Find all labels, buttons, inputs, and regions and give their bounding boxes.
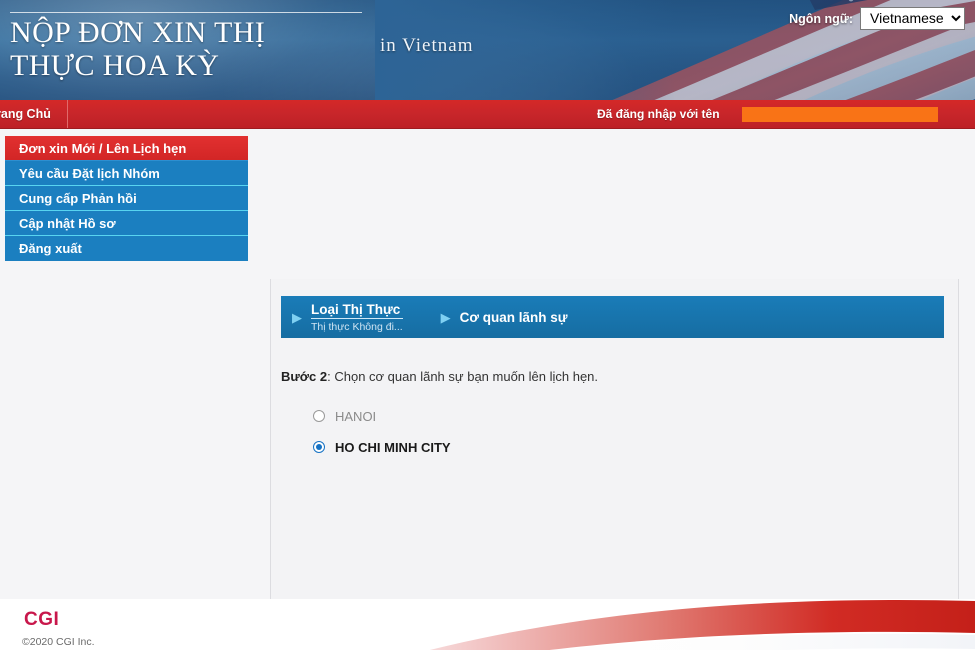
logged-in-status: Đã đăng nhập với tên	[597, 107, 720, 121]
sidebar-nav: Đơn xin Mới / Lên Lịch hẹn Yêu cầu Đặt l…	[5, 136, 248, 261]
step-instruction-text: : Chọn cơ quan lãnh sự bạn muốn lên lịch…	[327, 369, 599, 384]
step-breadcrumb-bar: ▶ Loại Thị Thực Thị thực Không đi... ▶ C…	[281, 296, 944, 338]
sidebar-item-feedback[interactable]: Cung cấp Phản hồi	[5, 186, 248, 211]
main-content-panel: ▶ Loại Thị Thực Thị thực Không đi... ▶ C…	[270, 279, 959, 650]
chevron-right-icon-1: ▶	[292, 309, 302, 325]
site-header: NỘP ĐƠN XIN THỊ THỰC HOA KỲ in Vietnam N…	[0, 0, 975, 100]
step-instruction-number: Bước 2	[281, 369, 328, 384]
radio-icon-ho-chi-minh-city[interactable]	[313, 441, 325, 453]
site-footer: CGI ©2020 CGI Inc. www.ustraveldocs.com	[0, 599, 975, 650]
application-page: NỘP ĐƠN XIN THỊ THỰC HOA KỲ in Vietnam N…	[0, 0, 975, 650]
breadcrumb-step-visa-type-label[interactable]: Loại Thị Thực	[311, 302, 403, 319]
radio-option-hanoi[interactable]: HANOI	[313, 405, 451, 427]
title-rule	[10, 12, 362, 13]
cgi-logo: CGI	[24, 609, 60, 630]
top-navbar: rang Chủ Đã đăng nhập với tên	[0, 100, 975, 129]
nav-item-home[interactable]: rang Chủ	[0, 100, 68, 128]
site-subtitle: in Vietnam	[380, 35, 474, 56]
step-instruction: Bước 2: Chọn cơ quan lãnh sự bạn muốn lê…	[281, 369, 598, 384]
breadcrumb-step-consulate-label: Cơ quan lãnh sự	[459, 309, 568, 325]
site-title-block: NỘP ĐƠN XIN THỊ THỰC HOA KỲ	[10, 12, 362, 82]
sidebar-item-new-application[interactable]: Đơn xin Mới / Lên Lịch hẹn	[5, 136, 248, 161]
page-title: NỘP ĐƠN XIN THỊ THỰC HOA KỲ	[10, 16, 266, 82]
radio-option-ho-chi-minh-city[interactable]: HO CHI MINH CITY	[313, 436, 451, 458]
sidebar-item-group-booking[interactable]: Yêu cầu Đặt lịch Nhóm	[5, 161, 248, 186]
radio-label-hanoi: HANOI	[335, 408, 377, 424]
language-select[interactable]: Vietnamese English	[860, 7, 965, 30]
breadcrumb-step-visa-type-sublabel: Thị thực Không đi...	[311, 320, 403, 333]
radio-label-ho-chi-minh-city: HO CHI MINH CITY	[335, 439, 451, 455]
username-redaction-bar	[742, 107, 938, 122]
language-label: Ngôn ngữ:	[789, 11, 853, 26]
breadcrumb-step-visa-type[interactable]: Loại Thị Thực Thị thực Không đi...	[311, 302, 403, 333]
body-area: Đơn xin Mới / Lên Lịch hẹn Yêu cầu Đặt l…	[0, 129, 975, 650]
sidebar-item-update-profile[interactable]: Cập nhật Hồ sơ	[5, 211, 248, 236]
copyright-text: ©2020 CGI Inc.	[22, 636, 95, 648]
consulate-radio-group: HANOI HO CHI MINH CITY	[313, 405, 451, 467]
chevron-right-icon-2: ▶	[440, 309, 451, 325]
footer-swoosh-graphic	[429, 599, 975, 650]
language-selector-group: Ngôn ngữ: Vietnamese English	[789, 7, 965, 30]
radio-icon-hanoi[interactable]	[313, 410, 325, 422]
sidebar-item-logout[interactable]: Đăng xuất	[5, 236, 248, 261]
